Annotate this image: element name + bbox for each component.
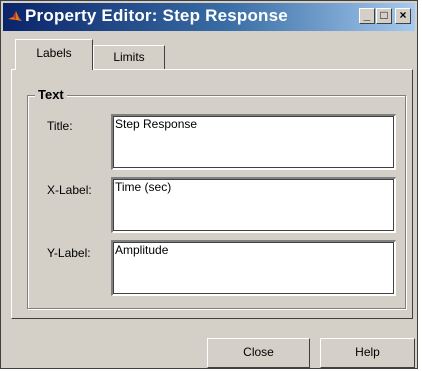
matlab-logo-icon [7,9,23,25]
close-button[interactable]: Close [207,338,310,368]
title-field[interactable]: Step Response [111,114,396,170]
xlabel-field-label: X-Label: [47,183,92,197]
title-field-label: Title: [47,119,73,133]
title-bar[interactable]: Property Editor: Step Response _ □ × [3,3,415,31]
tab-limits[interactable]: Limits [93,45,165,70]
ylabel-field[interactable]: Amplitude [111,240,396,296]
help-button[interactable]: Help [320,338,415,368]
maximize-button[interactable]: □ [376,8,392,24]
text-group-label: Text [35,87,67,102]
window-title: Property Editor: Step Response [25,6,288,25]
minimize-button[interactable]: _ [359,8,375,24]
property-editor-window: Property Editor: Step Response _ □ × Lab… [0,0,418,369]
tab-labels[interactable]: Labels [15,39,93,70]
close-window-button[interactable]: × [395,8,411,24]
xlabel-field[interactable]: Time (sec) [111,177,396,233]
ylabel-field-label: Y-Label: [47,246,91,260]
